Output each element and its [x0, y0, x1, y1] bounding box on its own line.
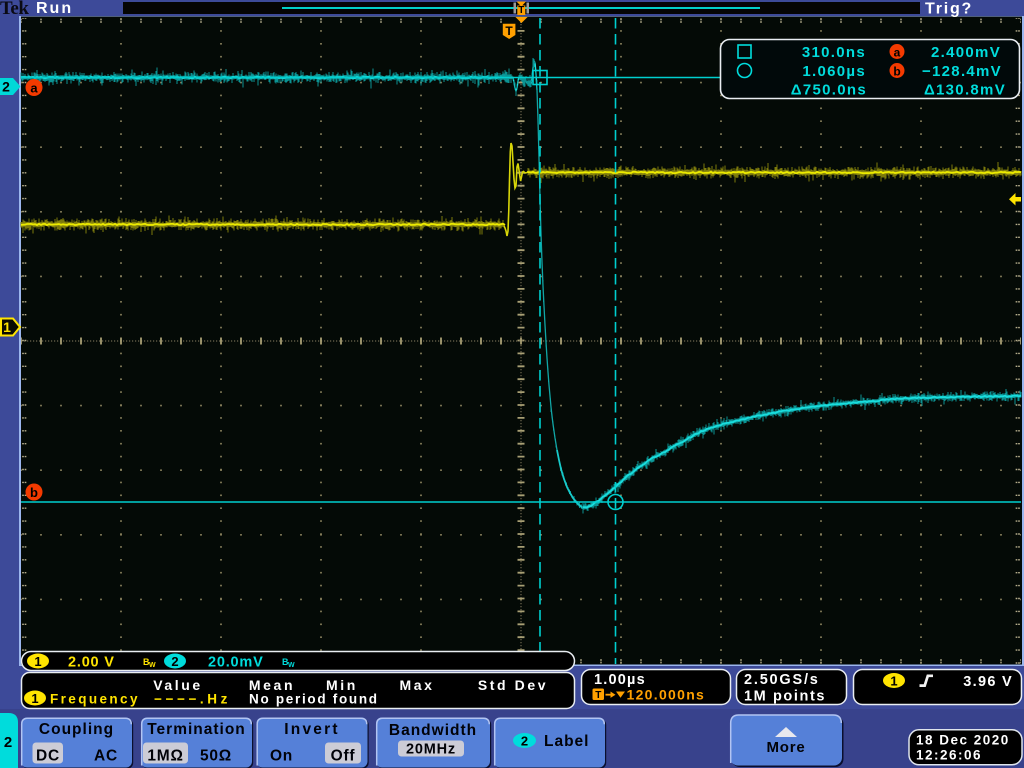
svg-text:1: 1: [3, 319, 11, 335]
svg-text:−−−−.Hz: −−−−.Hz: [154, 692, 231, 707]
svg-text:b: b: [893, 65, 900, 79]
svg-text:T: T: [595, 690, 601, 701]
svg-text:Termination: Termination: [147, 721, 246, 738]
svg-text:a: a: [30, 81, 38, 96]
svg-text:Invert: Invert: [284, 721, 339, 738]
svg-text:1: 1: [890, 674, 897, 689]
svg-text:Δ130.8mV: Δ130.8mV: [924, 82, 1006, 99]
svg-text:Tek: Tek: [0, 0, 29, 19]
svg-text:50Ω: 50Ω: [200, 748, 232, 765]
svg-text:Frequency: Frequency: [50, 692, 140, 707]
svg-text:2.400mV: 2.400mV: [931, 44, 1001, 61]
svg-text:2: 2: [2, 79, 10, 95]
svg-text:W: W: [288, 662, 295, 669]
svg-text:2: 2: [171, 654, 178, 669]
svg-text:Off: Off: [331, 748, 356, 765]
svg-text:310.0ns: 310.0ns: [802, 44, 866, 61]
svg-text:a: a: [894, 46, 901, 60]
svg-text:Coupling: Coupling: [39, 721, 114, 738]
svg-text:1: 1: [31, 691, 38, 706]
svg-text:2.50GS/s: 2.50GS/s: [744, 672, 820, 688]
svg-text:120.000ns: 120.000ns: [627, 687, 706, 703]
svg-text:20MHz: 20MHz: [406, 742, 456, 758]
svg-text:3.96 V: 3.96 V: [963, 674, 1013, 690]
svg-text:1: 1: [34, 654, 41, 669]
svg-text:Trig?: Trig?: [925, 1, 973, 18]
svg-text:2: 2: [4, 734, 12, 751]
svg-text:2: 2: [521, 734, 528, 749]
svg-text:b: b: [30, 485, 38, 500]
svg-text:T: T: [518, 5, 524, 16]
svg-text:18 Dec 2020: 18 Dec 2020: [916, 733, 1010, 748]
svg-text:2.00 V: 2.00 V: [68, 655, 115, 671]
svg-text:1MΩ: 1MΩ: [147, 748, 183, 765]
svg-text:−128.4mV: −128.4mV: [922, 63, 1002, 80]
svg-text:1M points: 1M points: [744, 689, 826, 705]
svg-text:Bandwidth: Bandwidth: [389, 722, 477, 739]
svg-text:W: W: [149, 662, 156, 669]
svg-text:20.0mV: 20.0mV: [208, 655, 264, 671]
svg-text:T: T: [505, 24, 513, 38]
svg-text:DC: DC: [36, 748, 60, 765]
svg-text:12:26:06: 12:26:06: [916, 748, 982, 763]
svg-text:AC: AC: [94, 748, 118, 765]
svg-text:More: More: [766, 739, 805, 756]
svg-text:On: On: [270, 748, 293, 765]
svg-text:Δ750.0ns: Δ750.0ns: [791, 82, 867, 99]
svg-text:1.060µs: 1.060µs: [802, 63, 866, 80]
svg-text:Std Dev: Std Dev: [478, 677, 548, 693]
svg-text:No period found: No period found: [249, 692, 379, 707]
svg-text:Label: Label: [544, 733, 589, 750]
svg-text:Max: Max: [399, 677, 434, 693]
svg-text:Run: Run: [36, 0, 73, 17]
